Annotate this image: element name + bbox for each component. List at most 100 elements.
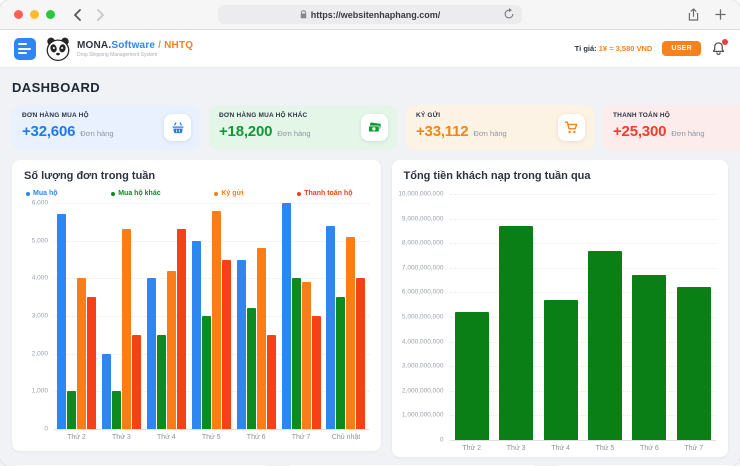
stat-label: THANH TOÁN HỘ: [613, 112, 740, 119]
y-axis-tick: 0: [44, 426, 48, 433]
close-window-button[interactable]: [14, 10, 23, 19]
bar-group: Chủ nhật: [324, 203, 369, 443]
y-axis-tick: 8,000,000,000: [402, 240, 444, 247]
legend-item[interactable]: Mua hộ: [26, 190, 58, 197]
x-axis-label: Thứ 2: [54, 429, 99, 443]
stat-card-thanh-toan-ho[interactable]: THANH TOÁN HỘ +25,300 Đơn hàng: [603, 105, 740, 150]
y-axis-tick: 3,000: [32, 313, 48, 320]
bar: [57, 214, 66, 429]
bar-group: Thứ 7: [279, 203, 324, 443]
bar: [247, 308, 256, 429]
legend-dot: [111, 192, 115, 196]
bars: [189, 203, 234, 429]
dashboard-page: DASHBOARD ĐƠN HÀNG MUA HỘ +32,606 Đơn hà…: [0, 68, 740, 466]
legend-dot: [214, 192, 218, 196]
stat-value: +25,300: [613, 123, 666, 140]
x-axis-label: Thứ 7: [672, 440, 716, 454]
bar: [202, 316, 211, 429]
x-axis-label: Thứ 6: [234, 429, 279, 443]
y-axis-tick: 1,000: [32, 388, 48, 395]
share-icon[interactable]: [688, 8, 699, 21]
y-axis-tick: 7,000,000,000: [402, 264, 444, 271]
chart-legend: Mua hộ Mua hộ khác Ký gửi Thanh toán hộ: [26, 190, 367, 197]
x-axis-label: Thứ 7: [279, 429, 324, 443]
bar: [222, 260, 231, 430]
bar-group: Thứ 3: [494, 194, 538, 454]
y-axis-tick: 9,000,000,000: [402, 215, 444, 222]
user-button[interactable]: USER: [662, 41, 701, 56]
bar: [336, 297, 345, 429]
y-axis-tick: 0: [440, 437, 444, 444]
bar: [267, 335, 276, 429]
legend-label: Ký gửi: [221, 190, 243, 197]
legend-item[interactable]: Thanh toán hộ: [297, 190, 352, 197]
bar: [67, 391, 76, 429]
page-title: DASHBOARD: [12, 80, 728, 95]
bar: [632, 275, 666, 440]
browser-window: https://websitenhaphang.com/: [0, 0, 740, 466]
bar: [237, 260, 246, 430]
bar: [177, 229, 186, 429]
basket-icon: [164, 114, 191, 141]
bar: [455, 312, 489, 440]
legend-label: Thanh toán hộ: [304, 190, 352, 197]
brand: MONA.Software / NHTQ Drop Shipping Manag…: [45, 37, 193, 61]
bar: [346, 237, 355, 429]
bars: [627, 194, 671, 440]
stat-cards-row: ĐƠN HÀNG MUA HỘ +32,606 Đơn hàng ĐƠN HÀN…: [12, 105, 728, 150]
bar: [588, 251, 622, 440]
legend-item[interactable]: Mua hộ khác: [111, 190, 160, 197]
bars: [450, 194, 494, 440]
bar: [77, 278, 86, 429]
bar: [544, 300, 578, 440]
minimize-window-button[interactable]: [30, 10, 39, 19]
bars: [538, 194, 582, 440]
bar-groups: Thứ 2Thứ 3Thứ 4Thứ 5Thứ 6Thứ 7Chủ nhật: [54, 203, 369, 443]
bar: [356, 278, 365, 429]
legend-label: Mua hộ khác: [118, 190, 160, 197]
notifications-button[interactable]: [711, 41, 726, 56]
zoom-window-button[interactable]: [46, 10, 55, 19]
address-bar[interactable]: https://websitenhaphang.com/: [218, 5, 522, 24]
bars: [99, 203, 144, 429]
bar: [292, 278, 301, 429]
forward-button[interactable]: [96, 9, 105, 21]
browser-chrome: https://websitenhaphang.com/: [0, 0, 740, 30]
orders-week-bar-chart: 6,0005,0004,0003,0002,0001,0000 Thứ 2Thứ…: [24, 203, 369, 443]
x-axis-label: Thứ 3: [99, 429, 144, 443]
bars: [324, 203, 369, 429]
x-axis-label: Thứ 2: [450, 440, 494, 454]
bar: [257, 248, 266, 429]
menu-toggle-button[interactable]: [14, 38, 36, 60]
url-text: https://websitenhaphang.com/: [311, 10, 441, 20]
back-button[interactable]: [73, 9, 82, 21]
app-header: MONA.Software / NHTQ Drop Shipping Manag…: [0, 30, 740, 68]
y-axis-tick: 6,000,000,000: [402, 289, 444, 296]
bar: [132, 335, 141, 429]
bar-group: Thứ 2: [54, 203, 99, 443]
y-axis-tick: 2,000: [32, 350, 48, 357]
bar: [122, 229, 131, 429]
bar: [147, 278, 156, 429]
y-axis-tick: 4,000: [32, 275, 48, 282]
stat-unit: Đơn hàng: [80, 129, 113, 138]
legend-item[interactable]: Ký gửi: [214, 190, 243, 197]
stat-card-ky-gui[interactable]: KÝ GỬI +33,112 Đơn hàng: [406, 105, 594, 150]
bar-group: Thứ 7: [672, 194, 716, 454]
new-tab-icon[interactable]: [715, 9, 726, 20]
legend-dot: [26, 192, 30, 196]
bar: [302, 282, 311, 429]
chart-title: Số lượng đơn trong tuần: [24, 170, 369, 182]
bar: [499, 226, 533, 440]
screenshot-stage: https://websitenhaphang.com/: [0, 0, 740, 466]
stat-unit: Đơn hàng: [473, 129, 506, 138]
reload-icon[interactable]: [503, 8, 515, 20]
legend-dot: [297, 192, 301, 196]
chart-title: Tổng tiền khách nạp trong tuần qua: [404, 170, 717, 182]
panda-logo-icon: [45, 37, 71, 61]
bar: [282, 203, 291, 429]
x-axis-label: Chủ nhật: [324, 429, 369, 443]
stat-value: +33,112: [416, 123, 468, 140]
stat-card-mua-ho-khac[interactable]: ĐƠN HÀNG MUA HỘ KHÁC +18,200 Đơn hàng: [209, 105, 397, 150]
stat-card-mua-ho[interactable]: ĐƠN HÀNG MUA HỘ +32,606 Đơn hàng: [12, 105, 200, 150]
